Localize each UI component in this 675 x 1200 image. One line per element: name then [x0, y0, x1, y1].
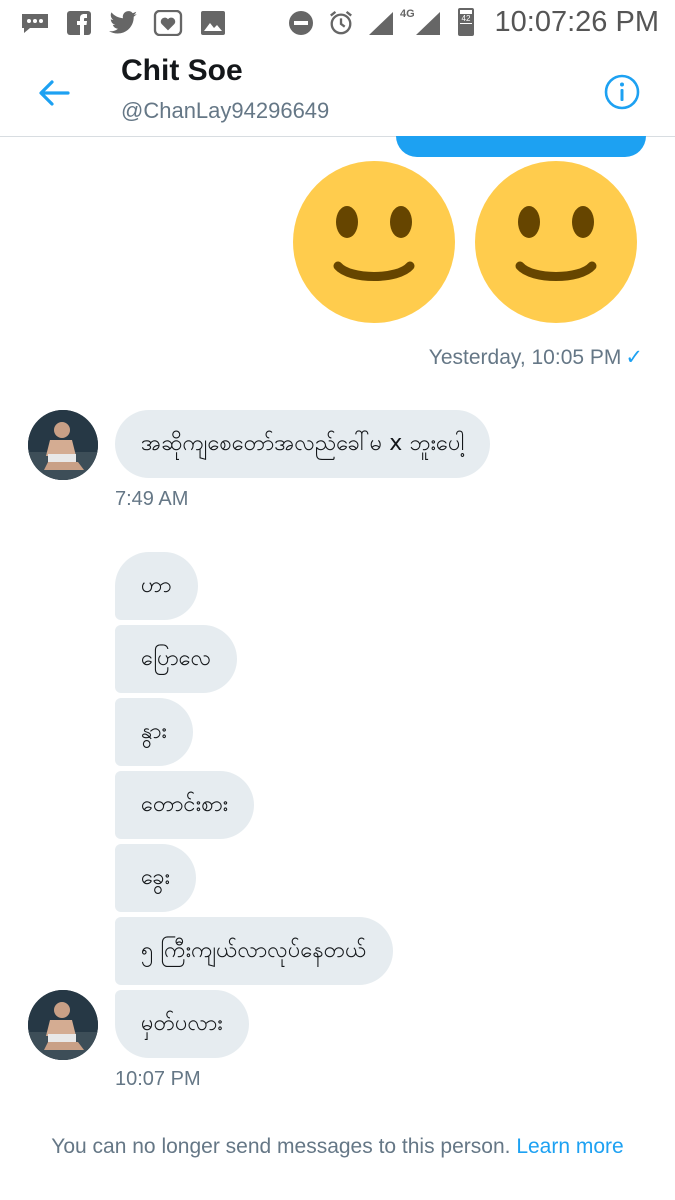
received-message-bubble[interactable]: ၅ ကြီးကျယ်လာလုပ်နေတယ်: [115, 917, 393, 985]
alarm-icon: [330, 10, 352, 35]
sent-message-bubble[interactable]: [396, 136, 646, 157]
facebook-icon: [67, 11, 91, 35]
heart-app-icon: [153, 10, 183, 36]
contact-name: Chit Soe: [121, 54, 243, 87]
messages-icon: [22, 14, 48, 33]
avatar-photo: [28, 410, 98, 480]
received-message-bubble[interactable]: မှတ်ပလား: [115, 990, 249, 1058]
signal-icon: [416, 12, 440, 35]
twitter-icon: [109, 11, 137, 34]
message-timestamp: 10:07 PM: [115, 1068, 201, 1090]
learn-more-link[interactable]: Learn more: [516, 1135, 623, 1158]
status-time: 10:07:26 PM: [494, 6, 659, 38]
sent-timestamp-text: Yesterday, 10:05 PM: [428, 346, 622, 369]
received-message-bubble[interactable]: ပြောလေ: [115, 625, 238, 693]
signal-icon: [369, 12, 393, 35]
status-bar: 4G 42 10:07:26 PM: [0, 0, 675, 48]
conversation-header: Chit Soe @ChanLay94296649: [0, 48, 675, 137]
contact-handle: @ChanLay94296649: [121, 98, 330, 123]
network-type: 4G: [400, 8, 415, 20]
message-timestamp: 7:49 AM: [115, 488, 189, 510]
received-message-bubble[interactable]: ခွေး: [115, 844, 197, 912]
battery-icon: 42: [458, 8, 474, 36]
battery-level: 42: [460, 14, 472, 23]
smiley-emoji-icon: [475, 161, 637, 323]
dnd-icon: [289, 11, 313, 35]
back-arrow-icon[interactable]: [34, 76, 74, 110]
info-icon[interactable]: [604, 74, 640, 110]
received-message-bubble[interactable]: ဟာ: [115, 552, 198, 620]
avatar[interactable]: [28, 410, 98, 480]
received-message-bubble[interactable]: နွား: [115, 698, 193, 766]
blocked-notice-text: You can no longer send messages to this …: [51, 1135, 511, 1158]
avatar-photo: [28, 990, 98, 1060]
smiley-emoji-icon: [293, 161, 455, 323]
received-message-bubble[interactable]: အဆိုကျစေတော်အလည်ခေါ်မ x ဘူးပေါ့: [115, 410, 491, 478]
avatar[interactable]: [28, 990, 98, 1060]
received-message-bubble[interactable]: တောင်းစား: [115, 771, 255, 839]
blocked-notice: You can no longer send messages to this …: [0, 1135, 675, 1159]
sent-timestamp: Yesterday, 10:05 PM ✓: [429, 345, 643, 370]
sent-check-icon: ✓: [625, 346, 643, 369]
gallery-icon: [201, 11, 225, 35]
